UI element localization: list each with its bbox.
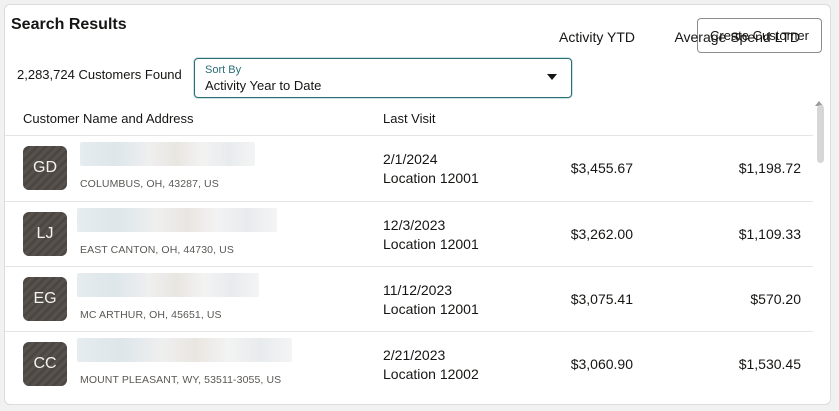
avatar: CC (23, 342, 67, 386)
customer-address: EAST CANTON, OH, 44730, US (80, 244, 234, 256)
average-spend-value: $570.20 (750, 291, 801, 307)
column-header-average-spend[interactable]: Average Spend LTD (674, 29, 800, 45)
customer-address: COLUMBUS, OH, 43287, US (80, 178, 219, 190)
average-spend-value: $1,109.33 (738, 226, 801, 242)
page-title: Search Results (11, 16, 127, 33)
sort-by-value: Activity Year to Date (205, 78, 322, 93)
average-spend-value: $1,198.72 (738, 160, 801, 176)
chevron-down-icon (547, 74, 557, 80)
table-row[interactable]: EG MC ARTHUR, OH, 45651, US 11/12/2023 L… (5, 267, 813, 332)
last-visit-date: 11/12/2023 (383, 282, 453, 298)
redacted-customer-name (77, 273, 259, 297)
activity-ytd-value: $3,262.00 (570, 226, 633, 242)
last-visit-date: 12/3/2023 (383, 217, 446, 233)
average-spend-value: $1,530.45 (738, 356, 801, 372)
last-visit-date: 2/21/2023 (383, 347, 446, 363)
last-visit-location: Location 12001 (383, 170, 479, 186)
last-visit-location: Location 12001 (383, 301, 479, 317)
results-count: 2,283,724 Customers Found (17, 67, 182, 82)
table-row[interactable]: GD COLUMBUS, OH, 43287, US 2/1/2024 Loca… (5, 136, 813, 201)
customer-address: MC ARTHUR, OH, 45651, US (80, 309, 222, 321)
activity-ytd-value: $3,060.90 (570, 356, 633, 372)
scrollbar-thumb[interactable] (817, 105, 824, 163)
last-visit-location: Location 12001 (383, 236, 479, 252)
sort-by-select[interactable]: Sort By Activity Year to Date (194, 58, 572, 98)
redacted-customer-name (77, 338, 292, 362)
column-header-activity-ytd[interactable]: Activity YTD (559, 29, 650, 45)
table-row[interactable]: LJ EAST CANTON, OH, 44730, US 12/3/2023 … (5, 202, 813, 267)
redacted-customer-name (77, 208, 277, 232)
last-visit-location: Location 12002 (383, 366, 479, 382)
column-header-name[interactable]: Customer Name and Address (23, 111, 194, 126)
activity-ytd-value: $3,075.41 (570, 291, 633, 307)
avatar: GD (23, 146, 67, 190)
redacted-customer-name (80, 142, 255, 166)
customer-address: MOUNT PLEASANT, WY, 53511-3055, US (80, 374, 282, 386)
last-visit-date: 2/1/2024 (383, 151, 438, 167)
avatar: LJ (23, 212, 67, 256)
column-header-last-visit[interactable]: Last Visit (383, 111, 436, 126)
activity-ytd-value: $3,455.67 (570, 160, 633, 176)
sort-by-label: Sort By (205, 64, 242, 76)
table-row[interactable]: CC MOUNT PLEASANT, WY, 53511-3055, US 2/… (5, 332, 813, 397)
search-results-panel: Search Results Create Customer 2,283,724… (4, 4, 831, 405)
avatar: EG (23, 277, 67, 321)
